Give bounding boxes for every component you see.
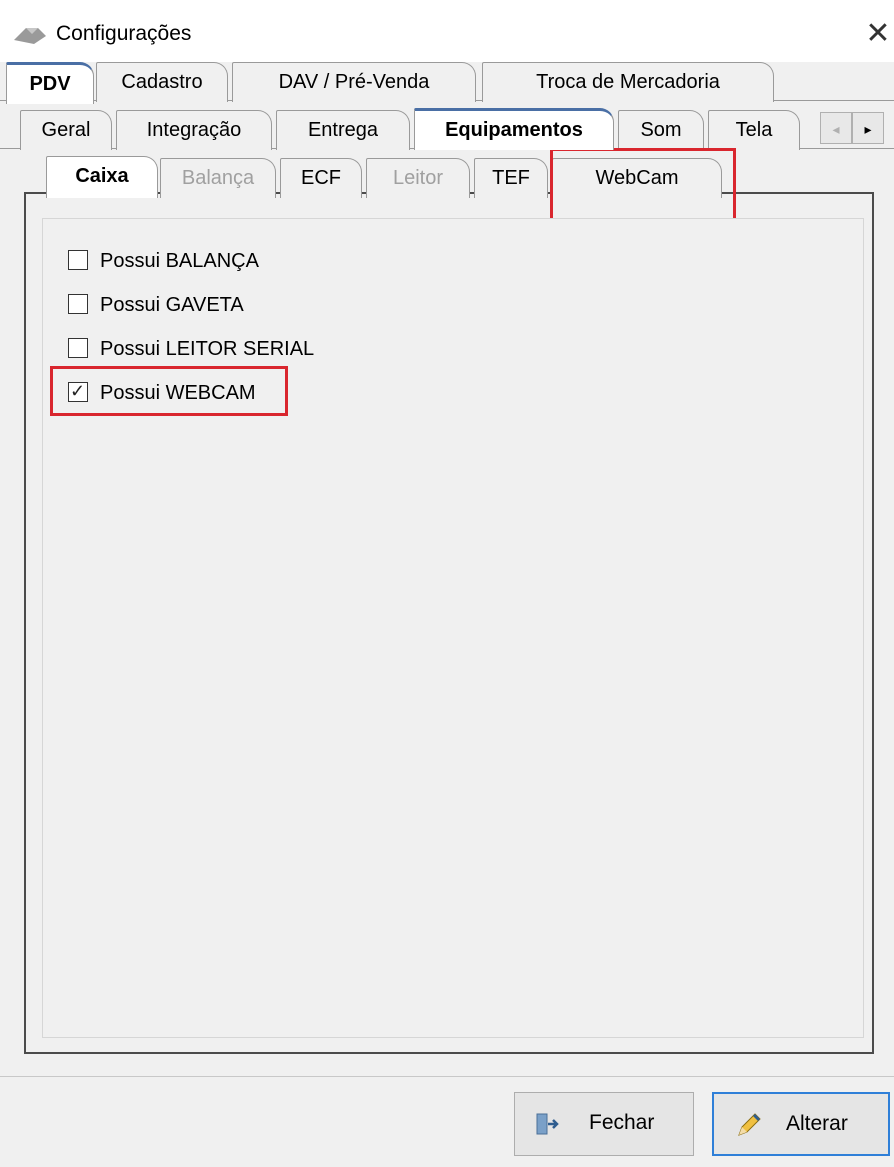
fechar-button[interactable]: Fechar	[514, 1092, 694, 1156]
checkbox-label: Possui GAVETA	[100, 294, 244, 316]
tab-integracao[interactable]: Integração	[116, 110, 272, 150]
window-title: Configurações	[56, 22, 192, 45]
tab-tela[interactable]: Tela	[708, 110, 800, 150]
tab-pdv[interactable]: PDV	[6, 62, 94, 104]
checkbox-box[interactable]	[68, 249, 88, 270]
checkbox-box[interactable]	[68, 293, 88, 314]
tab-leitor: Leitor	[366, 158, 470, 198]
highlight-webcam-checkbox	[50, 366, 288, 416]
exit-door-icon	[536, 1113, 559, 1135]
fechar-label: Fechar	[589, 1111, 655, 1134]
app-icon	[14, 28, 46, 44]
tab-tef[interactable]: TEF	[474, 158, 548, 198]
checkbox-possui-balanca[interactable]: Possui BALANÇA	[68, 248, 259, 274]
tab-ecf[interactable]: ECF	[280, 158, 362, 198]
checkbox-possui-gaveta[interactable]: Possui GAVETA	[68, 292, 244, 318]
tab-som[interactable]: Som	[618, 110, 704, 150]
tab-entrega[interactable]: Entrega	[276, 110, 410, 150]
tab-scroll-right-icon[interactable]: ▸	[852, 112, 884, 144]
tab-cadastro[interactable]: Cadastro	[96, 62, 228, 102]
tab-scroll-left-icon[interactable]: ◂	[820, 112, 852, 144]
highlight-webcam-tab	[550, 148, 736, 222]
tab-dav-pre-venda[interactable]: DAV / Pré-Venda	[232, 62, 476, 102]
tab-equipamentos[interactable]: Equipamentos	[414, 108, 614, 150]
tab-geral[interactable]: Geral	[20, 110, 112, 150]
close-icon[interactable]: ✕	[862, 16, 894, 52]
tab-troca-de-mercadoria[interactable]: Troca de Mercadoria	[482, 62, 774, 102]
alterar-button[interactable]: Alterar	[712, 1092, 890, 1156]
checkbox-label: Possui LEITOR SERIAL	[100, 338, 315, 360]
checkbox-label: Possui BALANÇA	[100, 250, 259, 272]
footer-separator	[0, 1076, 894, 1077]
alterar-label: Alterar	[786, 1112, 848, 1135]
checkbox-possui-leitor-serial[interactable]: Possui LEITOR SERIAL	[68, 336, 314, 362]
pencil-icon	[738, 1113, 761, 1136]
tab-balanca: Balança	[160, 158, 276, 198]
checkbox-box[interactable]	[68, 337, 88, 358]
tab-caixa[interactable]: Caixa	[46, 156, 158, 198]
